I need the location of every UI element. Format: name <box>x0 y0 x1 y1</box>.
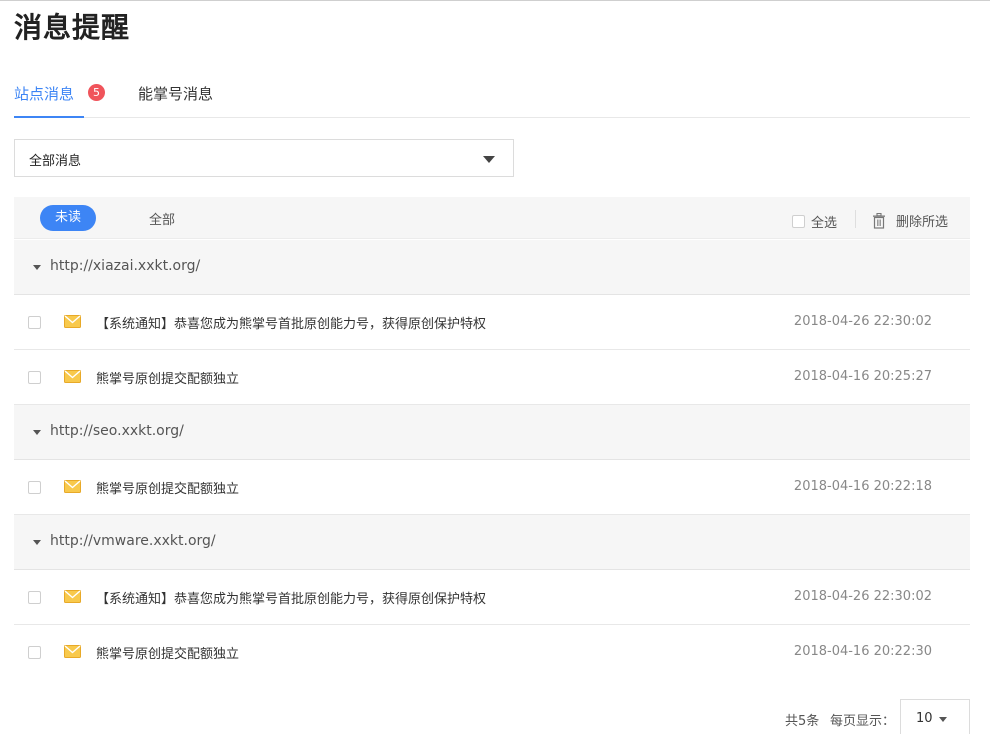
all-filter-button[interactable]: 全部 <box>149 209 175 228</box>
mail-icon <box>64 315 81 328</box>
collapse-arrow-icon[interactable] <box>33 430 41 435</box>
message-row[interactable]: 熊掌号原创提交配额独立 2018-04-16 20:22:18 <box>14 460 970 515</box>
row-checkbox[interactable] <box>28 591 41 604</box>
row-checkbox[interactable] <box>28 316 41 329</box>
row-checkbox[interactable] <box>28 481 41 494</box>
message-title[interactable]: 熊掌号原创提交配额独立 <box>96 368 239 387</box>
total-count: 共5条 <box>785 714 820 729</box>
per-page-label: 每页显示： <box>830 714 896 729</box>
site-url: http://vmware.xxkt.org/ <box>50 533 216 549</box>
message-row[interactable]: 【系统通知】恭喜您成为熊掌号首批原创能力号，获得原创保护特权 2018-04-2… <box>14 295 970 350</box>
page-size-select[interactable]: 10 <box>900 699 970 734</box>
mail-icon <box>64 590 81 603</box>
checkbox[interactable] <box>792 215 805 228</box>
site-url: http://xiazai.xxkt.org/ <box>50 258 201 274</box>
tab-label: 站点消息 <box>14 85 75 103</box>
select-all-checkbox[interactable]: 全选 <box>792 211 837 231</box>
message-time: 2018-04-26 22:30:02 <box>793 589 932 604</box>
message-time: 2018-04-16 20:25:27 <box>793 369 932 384</box>
delete-selected-label: 删除所选 <box>896 215 949 230</box>
message-list: http://xiazai.xxkt.org/ 【系统通知】恭喜您成为熊掌号首批… <box>14 240 970 680</box>
tab-label: 能掌号消息 <box>138 85 214 103</box>
delete-selected-button[interactable]: 删除所选 <box>872 210 949 230</box>
tab-bar: 站点消息 5 能掌号消息 <box>14 80 970 118</box>
row-checkbox[interactable] <box>28 646 41 659</box>
message-row[interactable]: 【系统通知】恭喜您成为熊掌号首批原创能力号，获得原创保护特权 2018-04-2… <box>14 570 970 625</box>
message-title[interactable]: 【系统通知】恭喜您成为熊掌号首批原创能力号，获得原创保护特权 <box>96 588 486 607</box>
message-row[interactable]: 熊掌号原创提交配额独立 2018-04-16 20:25:27 <box>14 350 970 405</box>
caret-down-icon <box>939 717 947 722</box>
site-group-header[interactable]: http://xiazai.xxkt.org/ <box>14 240 970 295</box>
message-title[interactable]: 熊掌号原创提交配额独立 <box>96 643 239 662</box>
caret-down-icon <box>483 156 495 163</box>
collapse-arrow-icon[interactable] <box>33 540 41 545</box>
row-checkbox[interactable] <box>28 371 41 384</box>
message-toolbar: 未读 全部 全选 删除所选 <box>14 197 970 239</box>
unread-filter-button[interactable]: 未读 <box>40 205 96 231</box>
site-group-header[interactable]: http://seo.xxkt.org/ <box>14 405 970 460</box>
message-time: 2018-04-16 20:22:18 <box>793 479 932 494</box>
message-title[interactable]: 【系统通知】恭喜您成为熊掌号首批原创能力号，获得原创保护特权 <box>96 313 486 332</box>
tab-bear-paw-messages[interactable]: 能掌号消息 <box>138 84 213 118</box>
site-url: http://seo.xxkt.org/ <box>50 423 184 439</box>
message-row[interactable]: 熊掌号原创提交配额独立 2018-04-16 20:22:30 <box>14 625 970 680</box>
top-border <box>0 0 990 1</box>
mail-icon <box>64 480 81 493</box>
collapse-arrow-icon[interactable] <box>33 265 41 270</box>
unread-count-badge: 5 <box>88 84 105 101</box>
select-all-label: 全选 <box>811 216 838 231</box>
mail-icon <box>64 370 81 383</box>
toolbar-divider <box>855 210 856 228</box>
message-title[interactable]: 熊掌号原创提交配额独立 <box>96 478 239 497</box>
tab-site-messages[interactable]: 站点消息 5 <box>14 84 105 118</box>
trash-icon <box>873 212 885 229</box>
message-time: 2018-04-26 22:30:02 <box>793 314 932 329</box>
message-time: 2018-04-16 20:22:30 <box>793 644 932 659</box>
site-group-header[interactable]: http://vmware.xxkt.org/ <box>14 515 970 570</box>
page-size-value: 10 <box>916 711 933 726</box>
page-title: 消息提醒 <box>14 11 131 44</box>
mail-icon <box>64 645 81 658</box>
select-value: 全部消息 <box>29 154 82 169</box>
message-type-select[interactable]: 全部消息 <box>14 139 514 177</box>
